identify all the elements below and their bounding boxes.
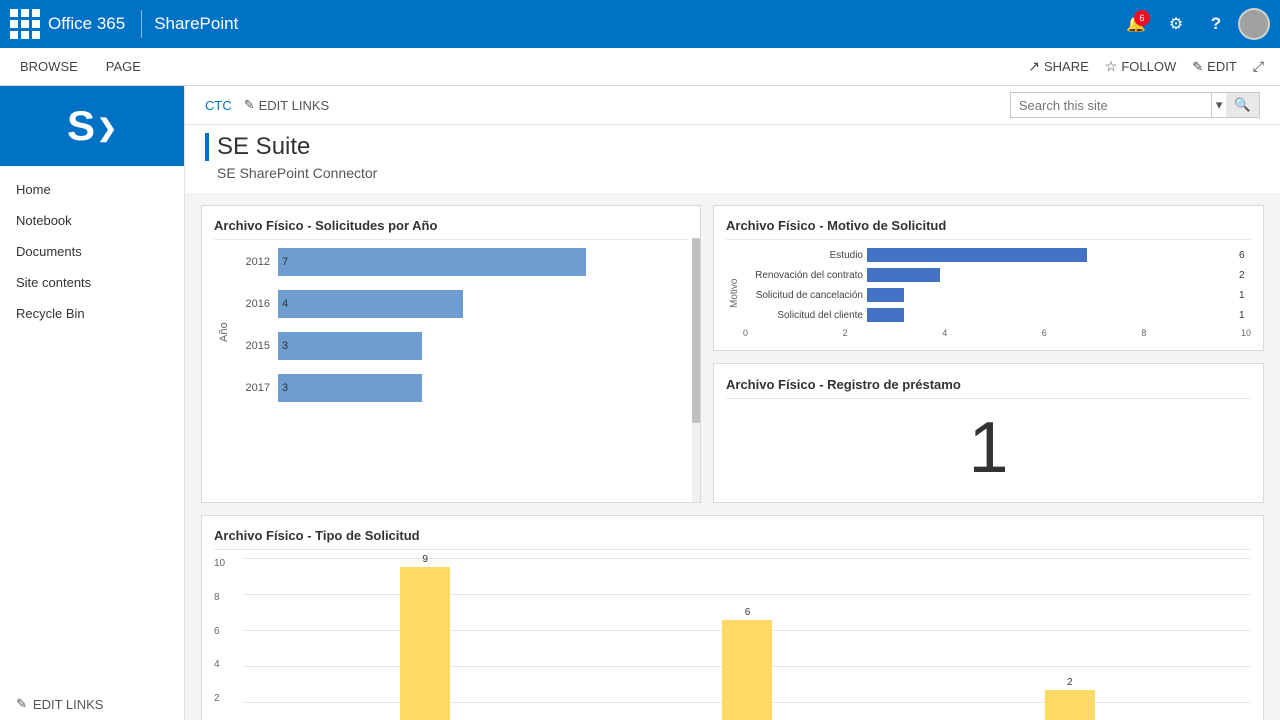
notification-badge: 6: [1134, 10, 1150, 26]
sidebar-item-home[interactable]: Home: [0, 174, 184, 205]
nav-divider: [141, 10, 142, 38]
tipo-bars-container: 9 Préstamo 6 Copia: [244, 558, 1251, 720]
search-bar: ▾ 🔍: [1010, 92, 1260, 118]
consulta-bar: [1045, 690, 1095, 720]
sidebar: S ❯ Home Notebook Documents Site content…: [0, 86, 185, 720]
bar-2017: 2017 3: [234, 374, 688, 402]
scrollbar-track[interactable]: [692, 238, 700, 502]
registro-prestamo-value: 1: [726, 407, 1251, 489]
tipo-bar-consulta: 2 Consulta: [1045, 677, 1095, 720]
tipo-y-axis: 10 8 6 4 2 0: [214, 558, 244, 720]
sidebar-edit-links[interactable]: ✎ EDIT LINKS: [0, 688, 184, 720]
search-bar-container: ▾ 🔍: [1010, 92, 1260, 118]
tipo-solicitud-title: Archivo Físico - Tipo de Solicitud: [214, 528, 1251, 550]
apps-icon: [10, 9, 40, 39]
sharepoint-label: SharePoint: [154, 14, 238, 34]
motivo-cancelacion: Solicitud de cancelación 1: [743, 288, 1251, 302]
bar-2016: 2016 4: [234, 290, 688, 318]
share-icon: ↗: [1028, 58, 1040, 75]
sidebar-item-notebook[interactable]: Notebook: [0, 205, 184, 236]
notifications-button[interactable]: 🔔 6: [1118, 6, 1154, 42]
edit-links-button[interactable]: ✎ EDIT LINKS: [244, 97, 329, 113]
browse-tab[interactable]: BROWSE: [16, 48, 82, 86]
motivo-renovacion: Renovación del contrato 2: [743, 268, 1251, 282]
office365-label: Office 365: [48, 14, 125, 34]
charts-area: Archivo Físico - Solicitudes por Año Año…: [185, 193, 1280, 720]
sidebar-item-site-contents[interactable]: Site contents: [0, 267, 184, 298]
tipo-chart-area: 10 8 6 4 2 0: [214, 558, 1251, 720]
secondary-nav: BROWSE PAGE ↗ SHARE ☆ FOLLOW ✎ EDIT ⤢: [0, 48, 1280, 86]
sec-nav-right: ↗ SHARE ☆ FOLLOW ✎ EDIT ⤢: [1028, 58, 1264, 75]
motivo-y-axis-label: Motivo: [726, 248, 743, 338]
tipo-bar-copia: 6 Copia: [722, 607, 772, 720]
scrollbar-thumb[interactable]: [692, 238, 700, 423]
search-dropdown-button[interactable]: ▾: [1211, 93, 1227, 117]
edit-page-button[interactable]: ✎ EDIT: [1192, 59, 1237, 75]
charts-row-1: Archivo Físico - Solicitudes por Año Año…: [201, 205, 1264, 503]
solicitudes-chart-body: Año 2012 7: [214, 248, 688, 416]
motivo-chart-body: Motivo Estudio 6 Reno: [726, 248, 1251, 338]
settings-button[interactable]: ⚙: [1158, 6, 1194, 42]
page-subtitle: SE SharePoint Connector: [205, 165, 1260, 181]
page-tab[interactable]: PAGE: [102, 48, 145, 86]
tipo-solicitud-card: Archivo Físico - Tipo de Solicitud 10 8 …: [201, 515, 1264, 720]
motivo-x-axis: 0 2 4 6 8 10: [743, 328, 1251, 338]
right-column: Archivo Físico - Motivo de Solicitud Mot…: [713, 205, 1264, 503]
content-header: CTC ✎ EDIT LINKS ▾ 🔍: [185, 86, 1280, 125]
charts-row-2: Archivo Físico - Tipo de Solicitud 10 8 …: [201, 515, 1264, 720]
breadcrumb[interactable]: CTC: [205, 98, 232, 113]
apps-button[interactable]: [10, 9, 40, 39]
solicitudes-y-axis-label: Año: [214, 248, 234, 416]
pencil-icon: ✎: [1192, 59, 1203, 75]
motivo-cliente: Solicitud del cliente 1: [743, 308, 1251, 322]
question-icon: ?: [1211, 14, 1221, 34]
star-icon: ☆: [1105, 58, 1118, 75]
top-bar: Office 365 SharePoint 🔔 6 ⚙ ?: [0, 0, 1280, 48]
solicitudes-chart-title: Archivo Físico - Solicitudes por Año: [214, 218, 688, 240]
copia-bar: [722, 620, 772, 720]
focus-mode-button[interactable]: ⤢: [1253, 58, 1264, 75]
prestamo-bar: [400, 567, 450, 720]
motivo-bars: Estudio 6 Renovación del contrato: [743, 248, 1251, 338]
motivo-chart-title: Archivo Físico - Motivo de Solicitud: [726, 218, 1251, 240]
search-go-button[interactable]: 🔍: [1226, 93, 1259, 117]
solicitudes-bars: 2012 7 2016: [234, 248, 688, 416]
bar-2015: 2015 3: [234, 332, 688, 360]
expand-icon: ⤢: [1253, 58, 1264, 75]
page-title: SE Suite: [205, 133, 1260, 161]
top-bar-right: 🔔 6 ⚙ ?: [1118, 6, 1270, 42]
help-button[interactable]: ?: [1198, 6, 1234, 42]
page-title-bar: SE Suite SE SharePoint Connector: [185, 125, 1280, 193]
follow-button[interactable]: ☆ FOLLOW: [1105, 58, 1176, 75]
pencil-icon-sidebar: ✎: [16, 696, 27, 712]
share-button[interactable]: ↗ SHARE: [1028, 58, 1089, 75]
arrow-icon: ❯: [97, 114, 117, 143]
s-letter: S: [67, 102, 95, 150]
page-layout: S ❯ Home Notebook Documents Site content…: [0, 86, 1280, 720]
registro-prestamo-card: Archivo Físico - Registro de préstamo 1: [713, 363, 1264, 503]
solicitudes-chart-card: Archivo Físico - Solicitudes por Año Año…: [201, 205, 701, 503]
gear-icon: ⚙: [1169, 14, 1183, 34]
motivo-estudio: Estudio 6: [743, 248, 1251, 262]
tipo-bar-prestamo: 9 Préstamo: [400, 554, 450, 720]
sidebar-nav: Home Notebook Documents Site contents Re…: [0, 166, 184, 688]
bar-2012: 2012 7: [234, 248, 688, 276]
sidebar-item-documents[interactable]: Documents: [0, 236, 184, 267]
search-input[interactable]: [1011, 94, 1211, 117]
sidebar-item-recycle-bin[interactable]: Recycle Bin: [0, 298, 184, 329]
site-logo: S ❯: [0, 86, 184, 166]
site-logo-icon: S ❯: [67, 102, 117, 150]
main-content: CTC ✎ EDIT LINKS ▾ 🔍 SE Suite SE SharePo…: [185, 86, 1280, 720]
pencil-icon-header: ✎: [244, 97, 255, 113]
user-avatar[interactable]: [1238, 8, 1270, 40]
motivo-chart-card: Archivo Físico - Motivo de Solicitud Mot…: [713, 205, 1264, 351]
registro-prestamo-title: Archivo Físico - Registro de préstamo: [726, 377, 1251, 399]
